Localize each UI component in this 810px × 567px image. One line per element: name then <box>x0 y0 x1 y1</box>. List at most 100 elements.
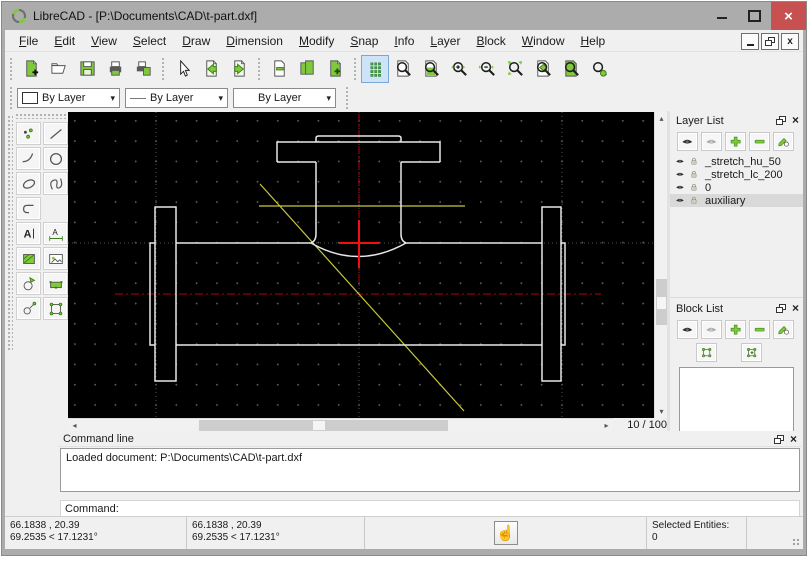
horizontal-scroll-thumb[interactable] <box>199 420 448 431</box>
pen-color-combo[interactable]: By Layer ▾ <box>17 88 120 108</box>
resize-grip[interactable] <box>792 538 800 546</box>
zoom-in-button[interactable] <box>445 55 473 83</box>
zoom-out-button[interactable] <box>473 55 501 83</box>
block-list-header[interactable]: Block List × <box>670 299 803 317</box>
toolbar-drag-handle[interactable] <box>7 115 13 350</box>
menu-window[interactable]: Window <box>514 32 573 50</box>
menu-help[interactable]: Help <box>572 32 613 50</box>
float-panel-icon[interactable] <box>776 116 786 125</box>
vertical-scroll-thumb[interactable] <box>656 279 667 325</box>
paste-button[interactable] <box>321 55 349 83</box>
tool-image-button[interactable] <box>43 247 68 270</box>
layer-row[interactable]: auxiliary <box>670 194 803 207</box>
minimize-button[interactable] <box>705 2 738 30</box>
tool-dimensions-button[interactable]: A <box>43 222 68 245</box>
selection-pointer-button[interactable] <box>169 55 197 83</box>
maximize-button[interactable] <box>738 2 771 30</box>
toolbar-drag-handle[interactable] <box>8 85 14 111</box>
mdi-restore-button[interactable] <box>761 33 779 50</box>
close-panel-icon[interactable]: × <box>792 114 799 126</box>
remove-block-button[interactable] <box>749 320 770 339</box>
auto-zoom-button[interactable] <box>501 55 529 83</box>
menu-info[interactable]: Info <box>386 32 422 50</box>
pointer-hand-button[interactable]: ☝ <box>494 521 518 545</box>
block-list[interactable] <box>679 367 794 435</box>
tool-splines-button[interactable] <box>43 172 68 195</box>
modify-layer-button[interactable] <box>773 132 794 151</box>
close-button[interactable]: × <box>771 2 806 30</box>
mdi-close-button[interactable]: x <box>781 33 799 50</box>
float-panel-icon[interactable] <box>774 435 784 444</box>
add-layer-button[interactable] <box>725 132 746 151</box>
menu-select[interactable]: Select <box>125 32 174 50</box>
tool-polylines-button[interactable] <box>16 197 41 220</box>
zoom-window-button[interactable] <box>417 55 445 83</box>
layer-list-header[interactable]: Layer List × <box>670 111 803 129</box>
redraw-button[interactable] <box>389 55 417 83</box>
show-all-layers-button[interactable] <box>677 132 698 151</box>
zoom-page-button[interactable] <box>557 55 585 83</box>
grid-toggle-button[interactable] <box>361 55 389 83</box>
menu-layer[interactable]: Layer <box>422 32 468 50</box>
tool-hatch-button[interactable] <box>16 247 41 270</box>
previous-view-button[interactable] <box>529 55 557 83</box>
toolbar-drag-handle[interactable] <box>160 56 166 82</box>
tool-modify-button[interactable] <box>16 272 41 295</box>
command-history[interactable]: Loaded document: P:\Documents\CAD\t-part… <box>60 448 800 492</box>
close-panel-icon[interactable]: × <box>792 302 799 314</box>
command-input[interactable] <box>123 501 799 516</box>
hide-all-layers-button[interactable] <box>701 132 722 151</box>
add-block-button[interactable] <box>725 320 746 339</box>
layer-row[interactable]: _stretch_hu_50 <box>670 155 803 168</box>
pen-linetype-combo[interactable]: By Layer ▾ <box>125 88 228 108</box>
tool-blocks-button[interactable] <box>43 297 68 320</box>
menu-view[interactable]: View <box>83 32 125 50</box>
zoom-pan-button[interactable] <box>585 55 613 83</box>
new-document-button[interactable] <box>17 55 45 83</box>
tool-info-button[interactable] <box>16 297 41 320</box>
title-bar[interactable]: LibreCAD - [P:\Documents\CAD\t-part.dxf]… <box>2 2 806 30</box>
toolbar-drag-handle[interactable] <box>352 56 358 82</box>
pen-width-combo[interactable]: By Layer ▾ <box>233 88 336 108</box>
tool-arcs-button[interactable] <box>16 147 41 170</box>
menu-file[interactable]: File <box>11 32 46 50</box>
tool-text-button[interactable]: A <box>16 222 41 245</box>
horizontal-scrollbar[interactable]: ◂ ▸ <box>68 418 613 431</box>
menu-snap[interactable]: Snap <box>342 32 386 50</box>
insert-block-button[interactable] <box>741 343 762 362</box>
layer-row[interactable]: 0 <box>670 181 803 194</box>
print-preview-button[interactable] <box>129 55 157 83</box>
menu-draw[interactable]: Draw <box>174 32 218 50</box>
show-all-blocks-button[interactable] <box>677 320 698 339</box>
vertical-scrollbar[interactable]: ▴ ▾ <box>654 112 667 418</box>
menu-modify[interactable]: Modify <box>291 32 342 50</box>
menu-edit[interactable]: Edit <box>46 32 83 50</box>
tool-lines-button[interactable] <box>43 122 68 145</box>
float-panel-icon[interactable] <box>776 304 786 313</box>
toolbar-drag-handle[interactable] <box>8 56 14 82</box>
tool-ellipses-button[interactable] <box>16 172 41 195</box>
open-document-button[interactable] <box>45 55 73 83</box>
undo-button[interactable] <box>197 55 225 83</box>
cut-button[interactable] <box>265 55 293 83</box>
redo-button[interactable] <box>225 55 253 83</box>
tool-circles-button[interactable] <box>43 147 68 170</box>
layer-row[interactable]: _stretch_lc_200 <box>670 168 803 181</box>
close-panel-icon[interactable]: × <box>790 433 797 445</box>
menu-dimension[interactable]: Dimension <box>218 32 291 50</box>
modify-block-button[interactable] <box>773 320 794 339</box>
toolbar-drag-handle[interactable] <box>15 113 69 119</box>
remove-layer-button[interactable] <box>749 132 770 151</box>
save-document-button[interactable] <box>73 55 101 83</box>
copy-button[interactable] <box>293 55 321 83</box>
toolbar-drag-handle[interactable] <box>256 56 262 82</box>
drawing-canvas[interactable] <box>68 112 654 418</box>
command-line-header[interactable]: Command line × <box>58 431 802 447</box>
tool-explode-button[interactable] <box>43 272 68 295</box>
hide-all-blocks-button[interactable] <box>701 320 722 339</box>
menu-block[interactable]: Block <box>468 32 513 50</box>
edit-block-button[interactable] <box>696 343 717 362</box>
tool-points-button[interactable] <box>16 122 41 145</box>
print-button[interactable] <box>101 55 129 83</box>
mdi-minimize-button[interactable] <box>741 33 759 50</box>
